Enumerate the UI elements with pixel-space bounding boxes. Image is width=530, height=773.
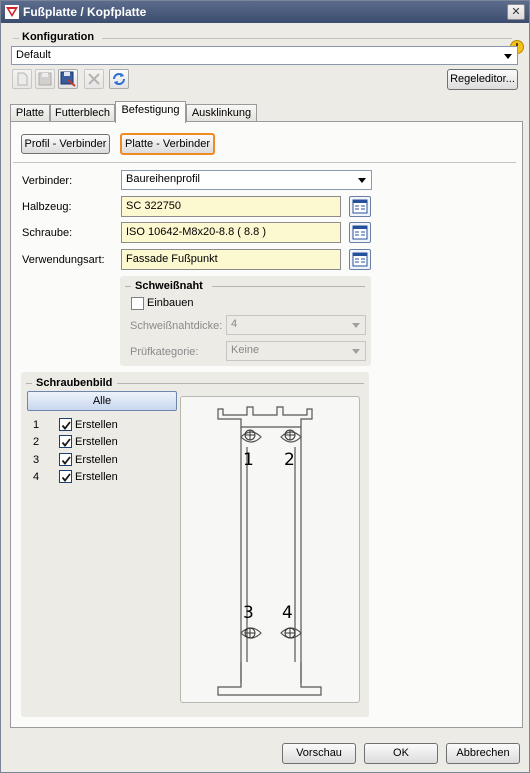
verbinder-value: Baureihenprofil <box>126 173 200 185</box>
verbinder-label: Verbinder: <box>22 175 73 187</box>
profile-drawing: 1 2 3 4 <box>180 396 360 703</box>
check-icon <box>61 456 71 465</box>
rule-editor-button[interactable]: Regeleditor... <box>447 69 518 90</box>
new-icon <box>17 72 28 86</box>
cancel-button[interactable]: Abbrechen <box>446 743 520 764</box>
weld-heading: Schweißnaht <box>135 280 203 292</box>
screw-create-label: Erstellen <box>75 471 118 483</box>
delete-icon <box>88 73 100 85</box>
app-icon <box>5 5 19 19</box>
chevron-down-icon <box>358 178 366 183</box>
schraube-label: Schraube: <box>22 227 73 239</box>
verbinder-select[interactable]: Baureihenprofil <box>121 170 372 190</box>
delete-button[interactable] <box>84 69 104 89</box>
weld-category-value: Keine <box>231 344 260 356</box>
profile-connector-button[interactable]: Profil - Verbinder <box>21 134 110 154</box>
drawing-label-2: 2 <box>284 450 295 470</box>
screw-create-label: Erstellen <box>75 436 118 448</box>
screw-number: 1 <box>33 419 40 431</box>
schraube-field[interactable]: ISO 10642-M8x20-8.8 ( 8.8 ) <box>121 222 341 243</box>
check-icon <box>61 421 71 430</box>
close-button[interactable]: ✕ <box>507 4 525 20</box>
catalog-icon <box>352 225 368 240</box>
chevron-down-icon <box>352 323 360 328</box>
drawing-label-1: 1 <box>243 450 254 470</box>
divider <box>125 286 131 287</box>
weld-thickness-value: 4 <box>231 318 238 330</box>
screw-4-checkbox[interactable] <box>59 470 72 483</box>
halbzeug-field[interactable]: SC 322750 <box>121 196 341 217</box>
save-as-icon <box>60 71 76 87</box>
drawing-label-4: 4 <box>282 603 293 623</box>
catalog-icon <box>352 252 368 267</box>
select-all-button[interactable]: Alle <box>27 391 177 411</box>
weld-thickness-select[interactable]: 4 <box>226 315 366 335</box>
screw-2-checkbox[interactable] <box>59 435 72 448</box>
weld-category-label: Prüfkategorie: <box>130 346 199 358</box>
refresh-icon <box>113 73 125 85</box>
save-icon <box>38 72 52 86</box>
save-as-button[interactable] <box>58 69 78 89</box>
weld-thickness-label: Schweißnahtdicke: <box>130 320 223 332</box>
screw-pattern-heading: Schraubenbild <box>36 377 113 389</box>
chevron-down-icon <box>504 54 512 59</box>
weld-install-checkbox[interactable] <box>131 297 144 310</box>
title-bar[interactable]: Fußplatte / Kopfplatte ✕ <box>1 1 529 23</box>
divider <box>102 38 512 39</box>
screw-create-label: Erstellen <box>75 454 118 466</box>
catalog-icon <box>352 199 368 214</box>
screw-number: 3 <box>33 454 40 466</box>
weld-install-label: Einbauen <box>147 297 194 309</box>
config-select[interactable]: Default <box>11 46 518 65</box>
plate-connector-button[interactable]: Platte - Verbinder <box>120 133 215 155</box>
config-heading: Konfiguration <box>22 31 95 43</box>
divider <box>13 162 516 163</box>
screw-number: 4 <box>33 471 40 483</box>
check-icon <box>61 473 71 482</box>
weld-category-select[interactable]: Keine <box>226 341 366 361</box>
ok-button[interactable]: OK <box>364 743 438 764</box>
preview-button[interactable]: Vorschau <box>282 743 356 764</box>
save-button[interactable] <box>35 69 55 89</box>
new-button[interactable] <box>12 69 32 89</box>
schraube-library-button[interactable] <box>349 222 371 243</box>
screw-create-label: Erstellen <box>75 419 118 431</box>
screw-1-checkbox[interactable] <box>59 418 72 431</box>
drawing-label-3: 3 <box>243 603 254 623</box>
screw-number: 2 <box>33 436 40 448</box>
refresh-button[interactable] <box>109 69 129 89</box>
profile-section-diagram: 1 2 3 4 <box>217 406 322 696</box>
verwendungsart-field[interactable]: Fassade Fußpunkt <box>121 249 341 270</box>
verwendungsart-library-button[interactable] <box>349 249 371 270</box>
halbzeug-library-button[interactable] <box>349 196 371 217</box>
tab-befestigung[interactable]: Befestigung <box>115 101 186 123</box>
tab-platte[interactable]: Platte <box>10 104 50 122</box>
chevron-down-icon <box>352 349 360 354</box>
divider <box>26 383 32 384</box>
window-title: Fußplatte / Kopfplatte <box>23 5 147 19</box>
halbzeug-label: Halbzeug: <box>22 201 72 213</box>
check-icon <box>61 438 71 447</box>
tab-futterblech[interactable]: Futterblech <box>50 104 115 122</box>
screw-3-checkbox[interactable] <box>59 453 72 466</box>
divider <box>212 286 365 287</box>
verwendungsart-label: Verwendungsart: <box>22 254 105 266</box>
dialog-window: Fußplatte / Kopfplatte ✕ Konfiguration D… <box>0 0 530 773</box>
divider <box>117 383 364 384</box>
divider <box>13 38 19 39</box>
tab-ausklinkung[interactable]: Ausklinkung <box>186 104 257 122</box>
config-value: Default <box>16 49 51 61</box>
